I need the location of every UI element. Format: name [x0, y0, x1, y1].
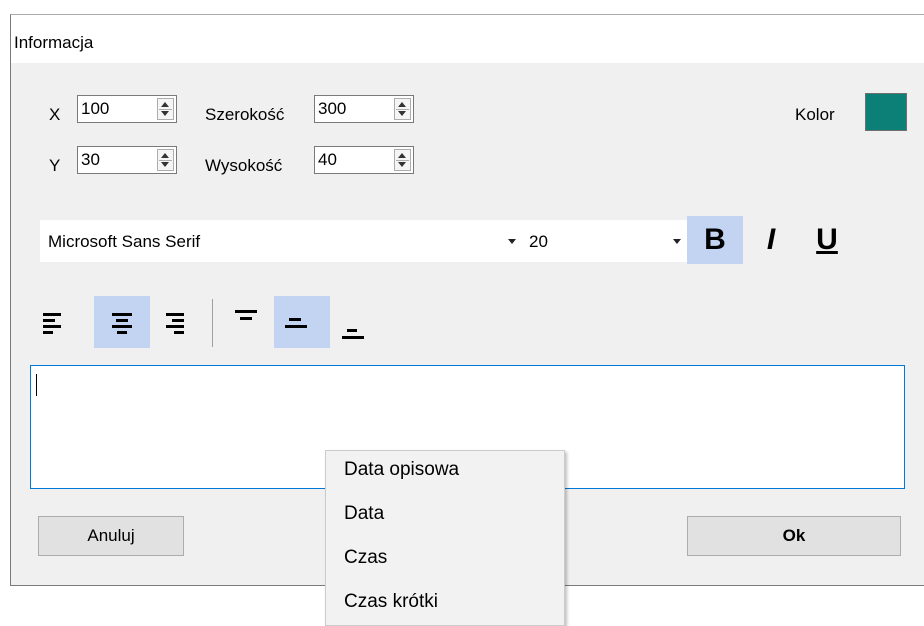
spin-up-icon[interactable]	[161, 102, 169, 107]
spin-down-icon[interactable]	[398, 162, 406, 167]
context-menu: Data opisowa Data Czas Czas krótki	[325, 450, 565, 626]
width-value: 300	[318, 99, 347, 118]
valign-middle-button[interactable]	[274, 296, 330, 348]
spin-up-icon[interactable]	[398, 102, 406, 107]
valign-top-button[interactable]	[219, 296, 275, 348]
align-left-button[interactable]	[30, 296, 86, 348]
valign-bottom-button[interactable]	[329, 296, 385, 348]
text-cursor	[36, 374, 37, 396]
italic-icon: I	[766, 223, 776, 256]
italic-button[interactable]: I	[743, 216, 799, 264]
menu-item-czas[interactable]: Czas	[344, 547, 387, 569]
align-right-button[interactable]	[152, 296, 208, 348]
dropdown-arrow-icon[interactable]	[673, 239, 681, 244]
y-value: 30	[81, 150, 100, 169]
height-spinner-arrows[interactable]	[394, 149, 411, 171]
width-spinner[interactable]: 300	[314, 95, 414, 123]
x-spinner[interactable]: 100	[77, 95, 177, 123]
color-swatch-button[interactable]	[865, 93, 907, 131]
cancel-button[interactable]: Anuluj	[38, 516, 184, 556]
spin-up-icon[interactable]	[398, 153, 406, 158]
menu-item-data[interactable]: Data	[344, 503, 384, 525]
font-family-select[interactable]: Microsoft Sans Serif	[40, 220, 524, 262]
x-label: X	[49, 105, 61, 124]
x-value: 100	[81, 99, 110, 118]
title-bar: Informacja	[11, 15, 924, 63]
window-title: Informacja	[14, 33, 94, 52]
font-size-select[interactable]: 20	[524, 220, 689, 262]
toolbar-separator	[212, 299, 213, 347]
font-size-value: 20	[529, 232, 548, 251]
y-spinner[interactable]: 30	[77, 146, 177, 174]
width-label: Szerokość	[205, 105, 285, 124]
spin-down-icon[interactable]	[398, 111, 406, 116]
bold-icon: B	[704, 223, 726, 256]
spin-down-icon[interactable]	[161, 111, 169, 116]
height-spinner[interactable]: 40	[314, 146, 414, 174]
y-spinner-arrows[interactable]	[157, 149, 174, 171]
width-spinner-arrows[interactable]	[394, 98, 411, 120]
color-label: Kolor	[795, 105, 835, 124]
dropdown-arrow-icon[interactable]	[508, 239, 516, 244]
height-value: 40	[318, 150, 337, 169]
spin-up-icon[interactable]	[161, 153, 169, 158]
spin-down-icon[interactable]	[161, 162, 169, 167]
bold-button[interactable]: B	[687, 216, 743, 264]
underline-icon: U	[816, 223, 838, 256]
align-center-button[interactable]	[94, 296, 150, 348]
x-spinner-arrows[interactable]	[157, 98, 174, 120]
height-label: Wysokość	[205, 156, 283, 175]
y-label: Y	[49, 156, 61, 175]
menu-item-czas-krotki[interactable]: Czas krótki	[344, 591, 438, 613]
menu-item-data-opisowa[interactable]: Data opisowa	[344, 459, 459, 481]
ok-button[interactable]: Ok	[687, 516, 901, 556]
underline-button[interactable]: U	[799, 216, 855, 264]
font-family-value: Microsoft Sans Serif	[48, 232, 201, 251]
